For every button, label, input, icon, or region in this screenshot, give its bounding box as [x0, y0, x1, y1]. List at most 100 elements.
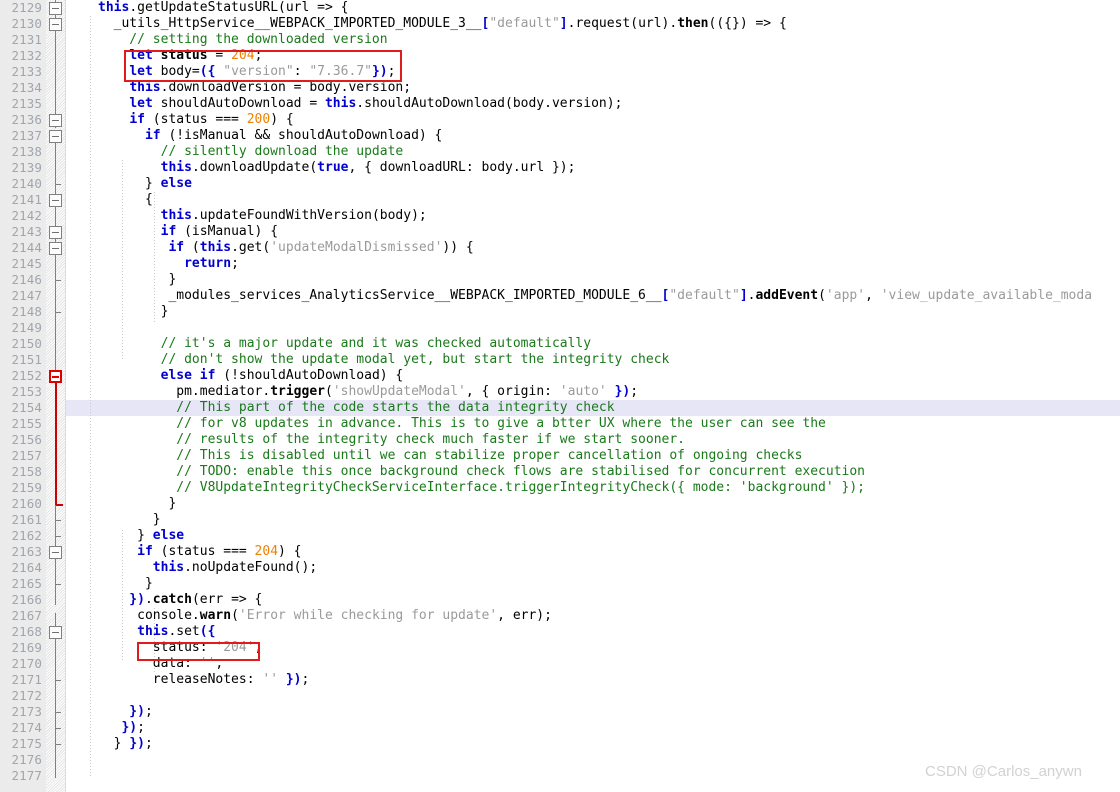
code-token: 'app' [825, 288, 866, 303]
fold-collapse-icon[interactable] [49, 2, 62, 15]
code-line[interactable]: } [98, 576, 153, 592]
code-token: '' [199, 656, 216, 671]
code-line[interactable]: pm.mediator.trigger('showUpdateModal', {… [98, 384, 638, 400]
code-token: }) [129, 736, 145, 751]
code-token: status: [98, 640, 216, 655]
code-line[interactable]: releaseNotes: '' }); [98, 672, 310, 688]
code-token: then [677, 16, 709, 31]
fold-collapse-icon[interactable] [49, 626, 62, 639]
code-line[interactable]: status: '204', [98, 640, 263, 656]
code-line[interactable]: this.downloadVersion = body.version; [98, 80, 411, 96]
code-line[interactable]: let body=({ "version": "7.36.7"}); [98, 64, 395, 80]
code-line[interactable]: else if (!shouldAutoDownload) { [98, 368, 404, 384]
code-line[interactable]: let shouldAutoDownload = this.shouldAuto… [98, 96, 622, 112]
code-line[interactable]: this.getUpdateStatusURL(url => { [98, 0, 348, 16]
code-token: )) { [442, 240, 474, 255]
code-line[interactable]: }); [98, 720, 145, 736]
code-line[interactable]: this.noUpdateFound(); [98, 560, 317, 576]
fold-collapse-icon[interactable] [49, 242, 62, 255]
code-token: } [98, 304, 169, 319]
code-token: // silently download the update [98, 144, 404, 159]
line-number: 2155 [11, 416, 42, 431]
code-line[interactable]: } [98, 304, 169, 320]
code-token: "7.36.7" [309, 64, 372, 79]
fold-collapse-icon[interactable] [49, 226, 62, 239]
code-line[interactable]: _utils_HttpService__WEBPACK_IMPORTED_MOD… [98, 16, 787, 32]
line-number: 2137 [11, 128, 42, 143]
code-token: .downloadUpdate( [191, 160, 318, 175]
code-token: 'view_update_available_moda [880, 288, 1093, 303]
code-line[interactable]: } else [98, 176, 192, 192]
code-line[interactable]: return; [98, 256, 239, 272]
code-token: this [98, 0, 130, 15]
code-line[interactable]: console.warn('Error while checking for u… [98, 608, 552, 624]
code-line[interactable]: this.updateFoundWithVersion(body); [98, 208, 427, 224]
code-line[interactable]: } [98, 272, 176, 288]
code-line[interactable]: // This part of the code starts the data… [98, 400, 614, 416]
code-token: trigger [270, 384, 325, 399]
code-line[interactable]: _modules_services_AnalyticsService__WEBP… [98, 288, 1092, 304]
line-number: 2172 [11, 688, 42, 703]
code-line[interactable]: if (isManual) { [98, 224, 278, 240]
code-token: '' [262, 672, 279, 687]
fold-collapse-icon[interactable] [49, 546, 62, 559]
code-token: ; [144, 736, 153, 751]
code-line[interactable]: if (this.get('updateModalDismissed')) { [98, 240, 474, 256]
code-line[interactable]: } [98, 512, 161, 528]
code-line[interactable]: if (status === 200) { [98, 112, 294, 128]
code-token: // This is disabled until we can stabili… [98, 448, 803, 463]
code-token: ; [231, 256, 239, 271]
code-line[interactable]: data: '', [98, 656, 223, 672]
line-number: 2159 [11, 480, 42, 495]
line-number: 2163 [11, 544, 42, 559]
code-line[interactable]: // silently download the update [98, 144, 404, 160]
code-token: ) { [270, 112, 294, 127]
code-line[interactable]: if (status === 204) { [98, 544, 301, 560]
code-line[interactable]: } else [98, 528, 184, 544]
code-line[interactable]: } [98, 496, 176, 512]
code-line[interactable]: // it's a major update and it was checke… [98, 336, 591, 352]
line-number: 2156 [11, 432, 42, 447]
code-line[interactable]: // This is disabled until we can stabili… [98, 448, 802, 464]
line-number: 2158 [11, 464, 42, 479]
code-line[interactable]: // don't show the update modal yet, but … [98, 352, 670, 368]
code-line[interactable]: // setting the downloaded version [98, 32, 387, 48]
code-line[interactable]: } }); [98, 736, 153, 752]
code-line[interactable]: // results of the integrity check much f… [98, 432, 685, 448]
fold-collapse-icon[interactable] [49, 18, 62, 31]
code-token: true [317, 160, 349, 175]
line-number: 2145 [11, 256, 42, 271]
code-token: , [254, 640, 263, 655]
code-line[interactable]: }); [98, 704, 153, 720]
code-token: "default" [669, 288, 740, 303]
fold-collapse-icon[interactable] [49, 114, 62, 127]
code-editor[interactable]: this.getUpdateStatusURL(url => { _utils_… [0, 0, 1120, 792]
code-line[interactable]: // V8UpdateIntegrityCheckServiceInterfac… [98, 480, 865, 496]
code-line[interactable]: // TODO: enable this once background che… [98, 464, 865, 480]
code-line[interactable]: let status = 204; [98, 48, 262, 64]
code-token: } [98, 576, 153, 591]
code-line[interactable]: { [98, 192, 153, 208]
code-line[interactable]: // for v8 updates in advance. This is to… [98, 416, 826, 432]
code-text-area[interactable]: this.getUpdateStatusURL(url => { _utils_… [66, 0, 1120, 792]
code-token: // it's a major update and it was checke… [98, 336, 592, 351]
line-number: 2133 [11, 64, 42, 79]
code-line[interactable]: }).catch(err => { [98, 592, 262, 608]
code-token: status [160, 48, 208, 63]
fold-collapse-icon[interactable] [49, 130, 62, 143]
fold-collapse-icon[interactable] [49, 370, 62, 383]
code-token: ( [184, 240, 200, 255]
code-token: ({ [199, 624, 216, 639]
code-line[interactable]: this.downloadUpdate(true, { downloadURL:… [98, 160, 576, 176]
fold-collapse-icon[interactable] [49, 194, 62, 207]
code-line[interactable]: if (!isManual && shouldAutoDownload) { [98, 128, 442, 144]
code-token: _utils_HttpService__WEBPACK_IMPORTED_MOD… [98, 16, 482, 31]
line-number: 2177 [11, 768, 42, 783]
code-token: (status === [152, 544, 255, 559]
code-token: .getUpdateStatusURL(url => { [129, 0, 349, 15]
line-number: 2130 [11, 16, 42, 31]
code-line[interactable]: this.set({ [98, 624, 215, 640]
code-token: if [129, 112, 145, 127]
